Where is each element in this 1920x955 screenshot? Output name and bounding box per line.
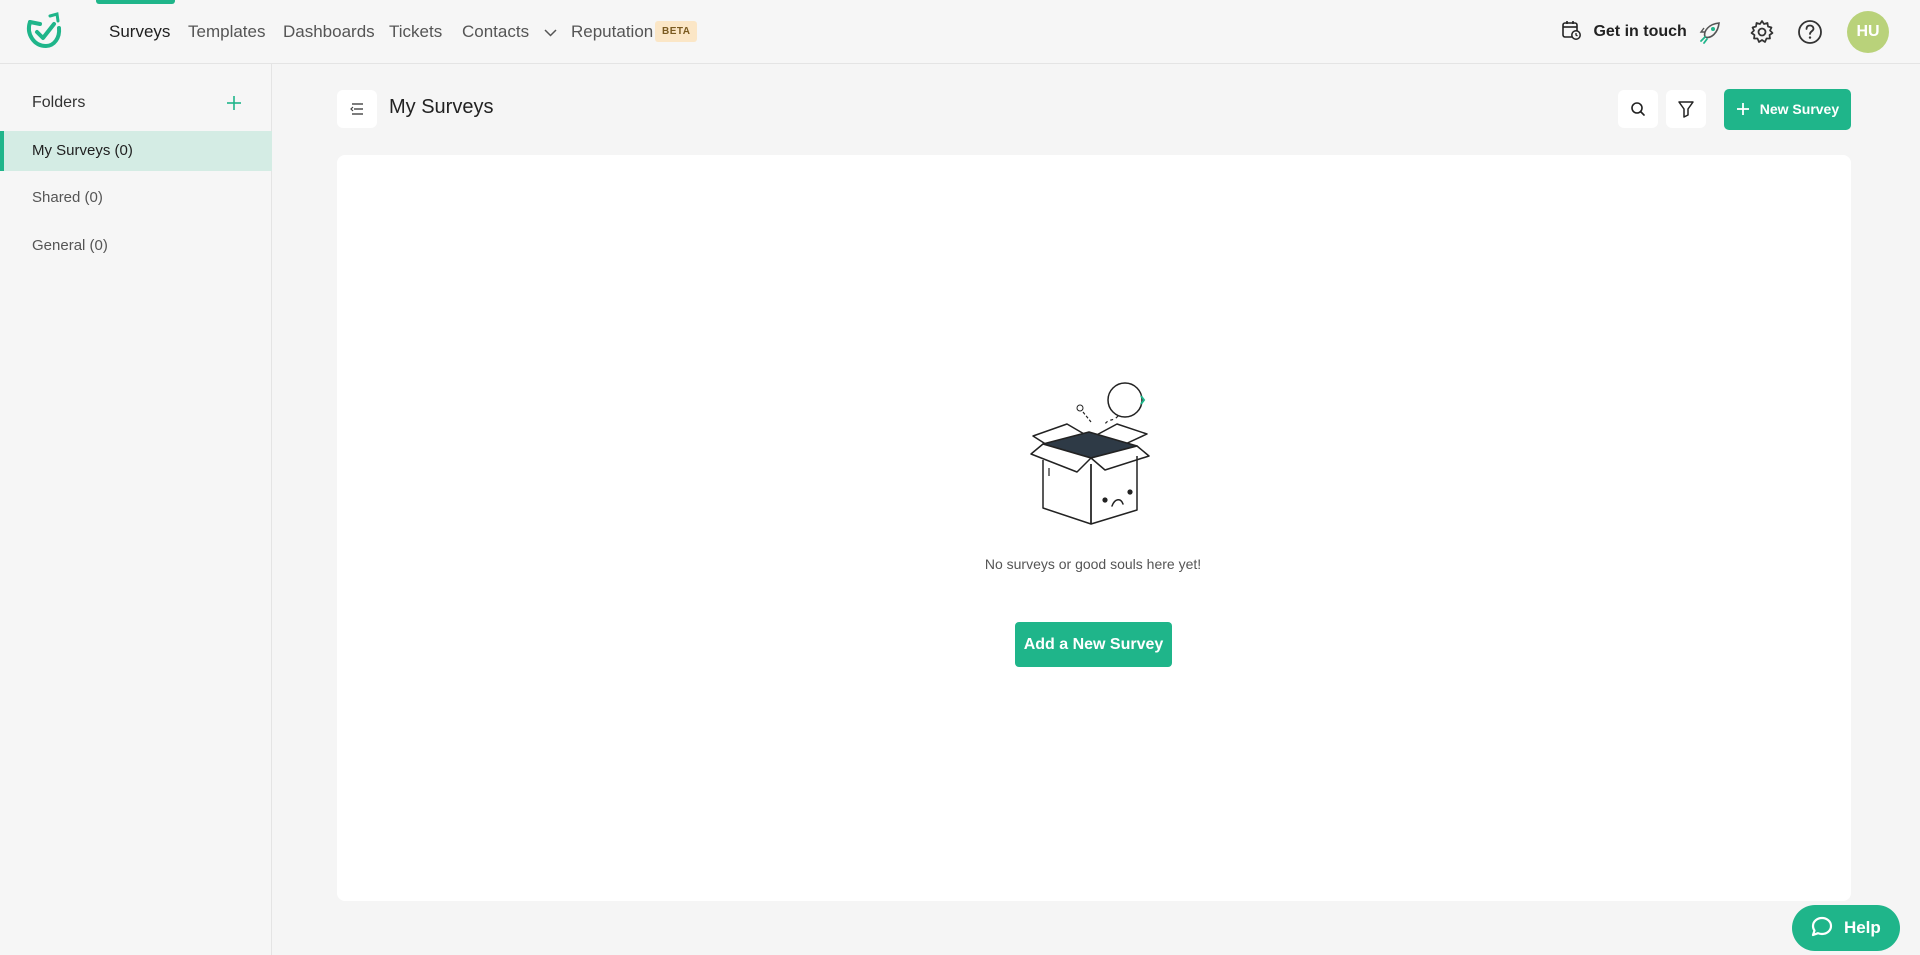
search-button[interactable] <box>1618 90 1658 128</box>
empty-state-message: No surveys or good souls here yet! <box>984 556 1202 572</box>
new-survey-button[interactable]: New Survey <box>1724 89 1851 130</box>
get-in-touch-button[interactable]: Get in touch <box>1561 20 1687 44</box>
help-label: Help <box>1843 918 1881 937</box>
nav-tab-reputation[interactable]: Reputation <box>571 0 653 64</box>
filter-button[interactable] <box>1666 90 1706 128</box>
chat-bubble-icon <box>1812 916 1833 937</box>
add-new-survey-button[interactable]: Add a New Survey <box>1015 622 1172 667</box>
beta-badge: BETA <box>655 21 698 42</box>
search-icon <box>1631 102 1645 116</box>
add-folder-icon[interactable] <box>225 94 243 112</box>
folder-item-shared[interactable]: Shared (0) <box>0 178 272 218</box>
get-in-touch-label: Get in touch <box>1593 23 1687 40</box>
help-chat-button[interactable]: Help <box>1792 905 1900 951</box>
nav-tab-contacts-label: Contacts <box>462 22 530 41</box>
app-logo-icon[interactable] <box>24 10 62 52</box>
empty-box-illustration <box>1030 382 1150 525</box>
toggle-sidebar-button[interactable] <box>337 90 377 128</box>
list-collapse-icon <box>350 103 363 115</box>
rocket-icon[interactable] <box>1697 19 1723 45</box>
filter-icon <box>1678 101 1694 118</box>
folder-item-my-surveys[interactable]: My Surveys (0) <box>0 131 272 171</box>
nav-tab-surveys[interactable]: Surveys <box>109 0 170 64</box>
new-survey-label: New Survey <box>1759 101 1840 117</box>
user-avatar[interactable]: HU <box>1847 11 1889 53</box>
top-navigation-bar: Surveys Templates Dashboards Tickets Con… <box>0 0 1920 64</box>
help-circle-icon[interactable] <box>1797 19 1823 45</box>
plus-icon <box>1736 103 1749 115</box>
calendar-clock-icon <box>1562 21 1581 40</box>
nav-tab-contacts[interactable]: Contacts <box>462 0 557 64</box>
chevron-down-icon <box>544 28 557 37</box>
gear-icon[interactable] <box>1749 19 1775 45</box>
nav-tab-tickets[interactable]: Tickets <box>389 0 442 64</box>
folders-sidebar: Folders My Surveys (0) Shared (0) Genera… <box>0 64 272 955</box>
nav-tab-templates[interactable]: Templates <box>188 0 265 64</box>
folders-title: Folders <box>32 94 86 111</box>
nav-tab-dashboards[interactable]: Dashboards <box>283 0 375 64</box>
folder-item-general[interactable]: General (0) <box>0 226 272 266</box>
page-title: My Surveys <box>389 96 494 118</box>
